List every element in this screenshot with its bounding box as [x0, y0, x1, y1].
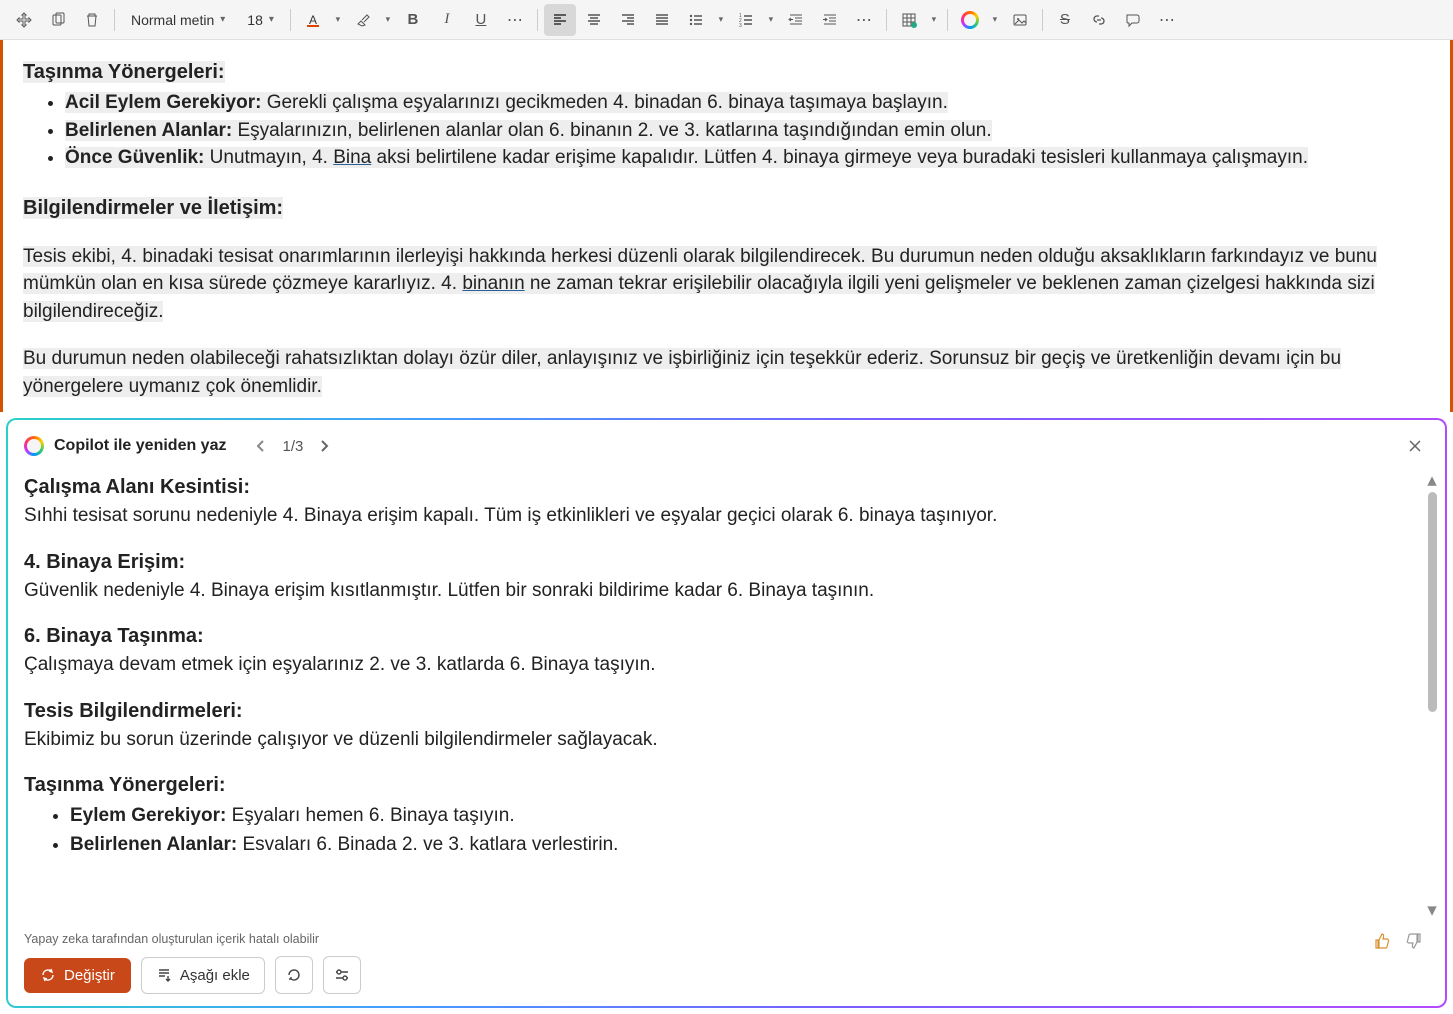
bullets-button[interactable]	[680, 4, 712, 36]
align-justify-button[interactable]	[646, 4, 678, 36]
separator	[537, 9, 538, 31]
scroll-down-icon[interactable]: ▾	[1425, 904, 1439, 918]
chevron-down-icon: ▾	[269, 14, 274, 25]
copy-icon[interactable]	[42, 4, 74, 36]
copilot-panel: Copilot ile yeniden yaz 1/3 Çalışma Alan…	[6, 418, 1447, 1008]
section-heading: 6. Binaya Taşınma:	[24, 621, 1417, 651]
thumbs-up-button[interactable]	[1373, 932, 1393, 952]
section-heading: 4. Binaya Erişim:	[24, 547, 1417, 577]
list-item: Belirlenen Alanlar: Esvaları 6. Binada 2…	[70, 831, 1417, 860]
font-size-select[interactable]: 18 ▾	[237, 8, 284, 32]
table-button[interactable]	[893, 4, 925, 36]
overflow-menu[interactable]: ⋯	[1151, 4, 1183, 36]
align-right-button[interactable]	[612, 4, 644, 36]
copilot-dropdown[interactable]: ▾	[988, 14, 1002, 25]
style-select[interactable]: Normal metin ▾	[121, 8, 235, 32]
doc-paragraph: Tesis ekibi, 4. binadaki tesisat onarıml…	[23, 243, 1430, 326]
align-left-button[interactable]	[544, 4, 576, 36]
svg-text:A: A	[309, 13, 317, 27]
replace-button[interactable]: Değiştir	[24, 958, 131, 993]
doc-paragraph: Bu durumun neden olabileceği rahatsızlık…	[23, 345, 1430, 400]
delete-icon[interactable]	[76, 4, 108, 36]
bold-button[interactable]: B	[397, 4, 429, 36]
close-button[interactable]	[1401, 432, 1429, 460]
section-text: Çalışmaya devam etmek için eşyalarınız 2…	[24, 651, 1417, 680]
sliders-icon	[333, 966, 351, 984]
indent-decrease-button[interactable]	[780, 4, 812, 36]
highlight-icon[interactable]	[347, 4, 379, 36]
regenerate-icon	[285, 966, 303, 984]
doc-list-item: Belirlenen Alanlar: Eşyalarınızın, belir…	[65, 117, 1430, 145]
section-heading: Çalışma Alanı Kesintisi:	[24, 472, 1417, 502]
doc-heading-2: Bilgilendirmeler ve İletişim:	[23, 197, 283, 219]
separator	[114, 9, 115, 31]
font-color-icon[interactable]: A	[297, 4, 329, 36]
font-color-dropdown[interactable]: ▾	[331, 14, 345, 25]
doc-list-item: Önce Güvenlik: Unutmayın, 4. Bina aksi b…	[65, 144, 1430, 172]
copilot-title: Copilot ile yeniden yaz	[54, 437, 226, 455]
insert-label: Aşağı ekle	[180, 967, 250, 984]
numbering-dropdown[interactable]: ▾	[764, 14, 778, 25]
separator	[1042, 9, 1043, 31]
image-button[interactable]	[1004, 4, 1036, 36]
feedback-buttons	[1373, 932, 1425, 952]
page-indicator: 1/3	[282, 438, 303, 455]
scroll-track[interactable]	[1428, 492, 1437, 900]
separator	[886, 9, 887, 31]
section-heading: Taşınma Yönergeleri:	[24, 770, 1417, 800]
adjust-button[interactable]	[323, 956, 361, 994]
underline-button[interactable]: U	[465, 4, 497, 36]
copilot-icon	[24, 436, 44, 456]
copilot-header: Copilot ile yeniden yaz 1/3	[8, 420, 1445, 468]
insert-below-icon	[156, 967, 172, 983]
move-icon[interactable]	[8, 4, 40, 36]
thumbs-down-button[interactable]	[1405, 932, 1425, 952]
more-text-icon[interactable]: ⋯	[499, 4, 531, 36]
align-center-button[interactable]	[578, 4, 610, 36]
section-text: Güvenlik nedeniyle 4. Binaya erişim kısı…	[24, 577, 1417, 606]
copilot-pager: 1/3	[250, 435, 335, 457]
scroll-thumb[interactable]	[1428, 492, 1437, 712]
chevron-down-icon: ▾	[220, 14, 225, 25]
scroll-up-icon[interactable]: ▴	[1425, 474, 1439, 488]
replace-label: Değiştir	[64, 967, 115, 984]
section-text: Sıhhi tesisat sorunu nedeniyle 4. Binaya…	[24, 502, 1417, 531]
doc-list-item: Acil Eylem Gerekiyor: Gerekli çalışma eş…	[65, 89, 1430, 117]
more-para-icon[interactable]: ⋯	[848, 4, 880, 36]
copilot-content: Çalışma Alanı Kesintisi: Sıhhi tesisat s…	[8, 468, 1445, 924]
separator	[290, 9, 291, 31]
section-heading: Tesis Bilgilendirmeleri:	[24, 696, 1417, 726]
link-button[interactable]	[1083, 4, 1115, 36]
italic-button[interactable]: I	[431, 4, 463, 36]
document-area[interactable]: Taşınma Yönergeleri: Acil Eylem Gerekiyo…	[0, 40, 1453, 412]
prev-suggestion-button[interactable]	[250, 435, 272, 457]
table-dropdown[interactable]: ▾	[927, 14, 941, 25]
comment-button[interactable]	[1117, 4, 1149, 36]
style-select-label: Normal metin	[131, 12, 214, 28]
ai-disclaimer: Yapay zeka tarafından oluşturulan içerik…	[24, 932, 1429, 946]
separator	[947, 9, 948, 31]
copilot-icon	[961, 11, 979, 29]
toolbar: Normal metin▾ 18▾ A ▾ ▾ B I U ⋯ ▾ 123 ▾ …	[0, 0, 1453, 40]
strikethrough-button[interactable]: S	[1049, 4, 1081, 36]
regenerate-button[interactable]	[275, 956, 313, 994]
insert-below-button[interactable]: Aşağı ekle	[141, 957, 265, 994]
copilot-button[interactable]	[954, 4, 986, 36]
document-body: Taşınma Yönergeleri: Acil Eylem Gerekiyo…	[23, 58, 1430, 400]
list-item: Eylem Gerekiyor: Eşyaları hemen 6. Binay…	[70, 802, 1417, 831]
font-size-label: 18	[247, 12, 263, 28]
highlight-dropdown[interactable]: ▾	[381, 14, 395, 25]
bullets-dropdown[interactable]: ▾	[714, 14, 728, 25]
section-text: Ekibimiz bu sorun üzerinde çalışıyor ve …	[24, 726, 1417, 755]
copilot-footer: Yapay zeka tarafından oluşturulan içerik…	[8, 924, 1445, 1006]
replace-icon	[40, 967, 56, 983]
numbering-button[interactable]: 123	[730, 4, 762, 36]
next-suggestion-button[interactable]	[313, 435, 335, 457]
doc-heading-1: Taşınma Yönergeleri:	[23, 61, 225, 83]
indent-increase-button[interactable]	[814, 4, 846, 36]
svg-text:3: 3	[739, 23, 742, 28]
scrollbar[interactable]: ▴ ▾	[1425, 474, 1439, 918]
